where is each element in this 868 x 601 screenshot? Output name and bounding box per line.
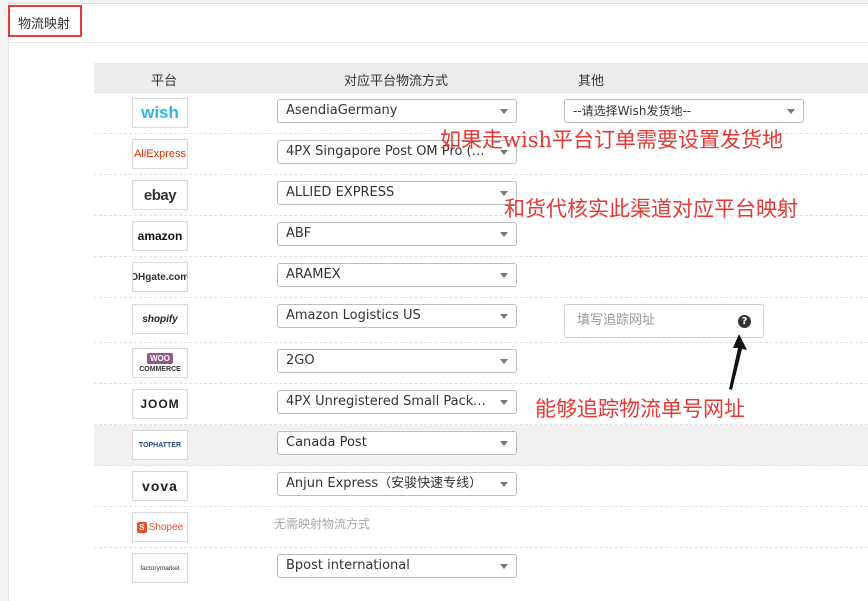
logistics-select[interactable]: Bpost international [277, 554, 517, 578]
logistics-select[interactable]: 2GO [277, 349, 517, 373]
table-row: factorymarket Bpost international [94, 548, 868, 589]
caret-down-icon [500, 232, 508, 237]
ebay-logo: ebay [132, 180, 188, 210]
table-row: shopify Amazon Logistics US 填写追踪网址? [94, 298, 868, 343]
logistics-select[interactable]: ARAMEX [277, 263, 517, 287]
table-row: TOPHATTER Canada Post [94, 425, 868, 466]
table-row: S Shopee 无需映射物流方式 [94, 507, 868, 548]
caret-down-icon [500, 359, 508, 364]
logistics-select[interactable]: Amazon Logistics US [277, 304, 517, 328]
annotation-tracking: 能够追踪物流单号网址 [535, 397, 745, 421]
woocommerce-logo: WOO COMMERCE [132, 348, 188, 378]
vova-logo: vova [132, 471, 188, 501]
tab-logistics-mapping[interactable]: 物流映射 [18, 13, 70, 32]
table-row: WOO COMMERCE 2GO [94, 343, 868, 384]
table-header: 平台 对应平台物流方式 其他 [94, 63, 868, 93]
aliexpress-logo: AliExpress [132, 139, 188, 169]
shopee-bag-icon: S [136, 521, 147, 533]
shopee-logo: S Shopee [132, 512, 188, 542]
caret-down-icon [500, 482, 508, 487]
question-circle-icon[interactable]: ? [738, 315, 751, 328]
logistics-select[interactable]: 4PX Unregistered Small Packet Service [277, 390, 517, 414]
table-row: DHgate.com ARAMEX [94, 257, 868, 298]
caret-down-icon [500, 441, 508, 446]
tophatter-logo: TOPHATTER [132, 430, 188, 460]
logistics-select[interactable]: Canada Post [277, 431, 517, 455]
shopify-logo: shopify [132, 304, 188, 334]
logistics-select[interactable]: AsendiaGermany [277, 99, 517, 123]
wish-origin-select[interactable]: --请选择Wish发货地-- [564, 99, 804, 123]
no-mapping-text: 无需映射物流方式 [274, 517, 371, 531]
header-logistics: 对应平台物流方式 [344, 74, 449, 89]
logistics-select[interactable]: ABF [277, 222, 517, 246]
annotation-wish-origin: 如果走wish平台订单需要设置发货地 [440, 128, 783, 152]
amazon-logo: amazon [132, 221, 188, 251]
caret-down-icon [500, 314, 508, 319]
caret-down-icon [500, 400, 508, 405]
caret-down-icon [500, 273, 508, 278]
caret-down-icon [500, 109, 508, 114]
annotation-mapping: 和货代核实此渠道对应平台映射 [504, 197, 798, 221]
header-platform: 平台 [151, 74, 178, 89]
wish-logo: wish [132, 98, 188, 128]
header-other: 其他 [578, 74, 605, 89]
logistics-select[interactable]: Anjun Express（安骏快速专线） [277, 472, 517, 496]
dhgate-logo: DHgate.com [132, 262, 188, 292]
table-row: vova Anjun Express（安骏快速专线） [94, 466, 868, 507]
tab-divider [9, 42, 868, 43]
caret-down-icon [787, 109, 795, 114]
table-row: JOOM 4PX Unregistered Small Packet Servi… [94, 384, 868, 425]
logistics-select[interactable]: ALLIED EXPRESS [277, 181, 517, 205]
factorymarket-logo: factorymarket [132, 553, 188, 583]
caret-down-icon [500, 564, 508, 569]
joom-logo: JOOM [132, 389, 188, 419]
arrow-up-icon [729, 334, 747, 390]
